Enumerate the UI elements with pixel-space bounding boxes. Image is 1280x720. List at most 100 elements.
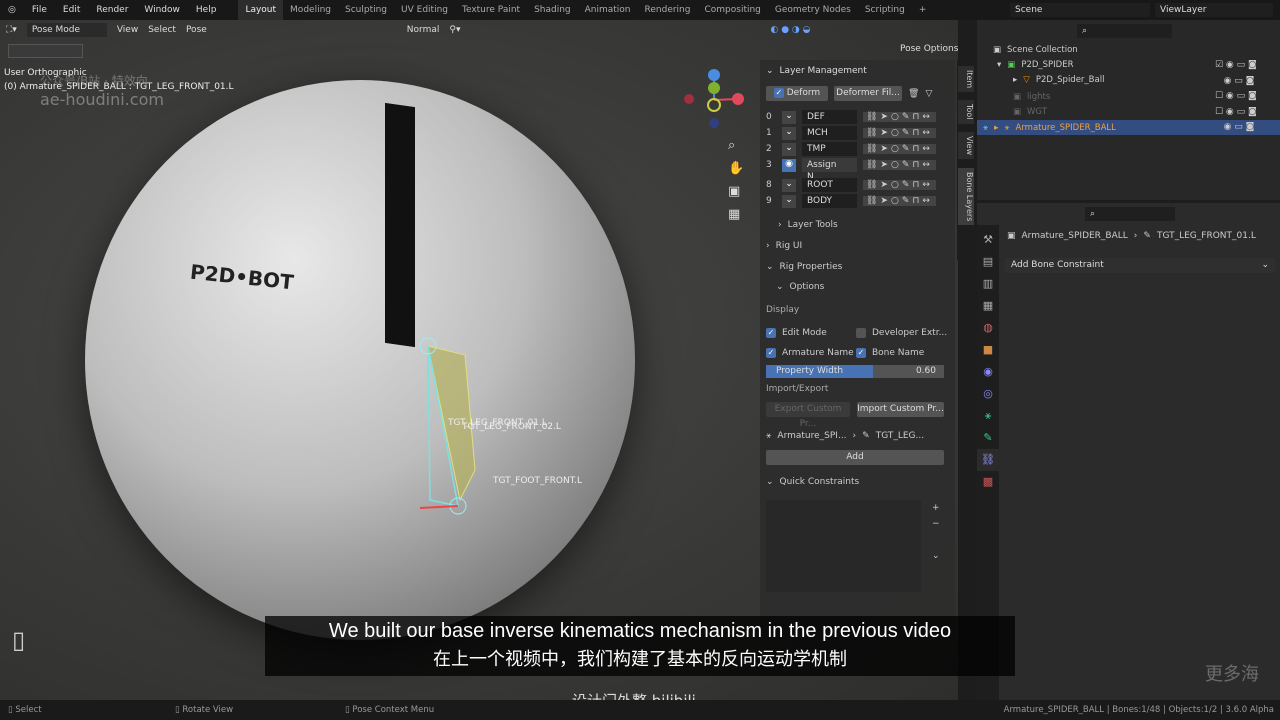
corner-watermark: 更多海 <box>1205 664 1259 685</box>
eye-icon[interactable]: ⌄ <box>782 126 796 140</box>
outliner-search-input[interactable]: ⌕ <box>1077 24 1172 38</box>
world-icon: ■ <box>982 343 994 356</box>
options-header[interactable]: ⌄ Options <box>776 282 824 292</box>
tab-geometry-nodes[interactable]: Geometry Nodes <box>768 0 858 20</box>
blender-logo-icon[interactable]: ◎ <box>0 5 24 15</box>
deform-toggle[interactable]: ✓ Deform <box>766 86 828 101</box>
tab-layout[interactable]: Layout <box>238 0 284 20</box>
camera-icon[interactable]: ▣ <box>728 180 742 203</box>
tab-item[interactable]: Item <box>958 66 974 93</box>
layer-option-icons[interactable]: ⛓➤○✎⊓↔ <box>863 144 936 154</box>
edit-mode-checkbox[interactable]: ✓ Edit Mode <box>766 328 827 338</box>
tab-compositing[interactable]: Compositing <box>697 0 767 20</box>
editor-type-icon[interactable]: ⛶▾ <box>6 25 17 35</box>
layer-name-field[interactable]: MCH <box>802 126 857 140</box>
menu-help[interactable]: Help <box>188 5 225 15</box>
quick-constraints-list[interactable] <box>766 500 921 592</box>
menu-pose[interactable]: Pose <box>186 25 207 35</box>
layer-option-icons[interactable]: ⛓➤○✎⊓↔ <box>863 160 936 170</box>
shading-buttons[interactable]: ◐ ● ◑ ◒ <box>770 25 810 35</box>
developer-extras-checkbox[interactable]: Developer Extr... <box>856 328 947 338</box>
bone-layer-row[interactable]: 2 ⌄ TMP ⛓➤○✎⊓↔ <box>766 142 936 156</box>
import-custom-button[interactable]: Import Custom Pr... <box>857 402 944 417</box>
bone-icon: ✎ <box>1143 231 1151 241</box>
navigation-gizmo[interactable] <box>680 65 750 135</box>
top-bar: ◎ File Edit Render Window Help Layout Mo… <box>0 0 1280 20</box>
tab-view[interactable]: View <box>958 132 974 159</box>
eye-icon[interactable]: ◉ <box>782 158 796 172</box>
layer-tools-header[interactable]: › Layer Tools <box>778 220 838 230</box>
eye-icon[interactable]: ⌄ <box>782 142 796 156</box>
properties-tab-icons[interactable]: ⚒ ▤ ▥ ▦ ◍ ■ ◉ ◎ ⚹ ✎ ⛓ ▩ <box>977 225 999 493</box>
select-mode-toolbar[interactable] <box>8 44 83 58</box>
layer-name-field[interactable]: Assign N... <box>802 158 857 182</box>
bone-layer-row[interactable]: 9 ⌄ BODY ⛓➤○✎⊓↔ <box>766 194 936 208</box>
layer-option-icons[interactable]: ⛓➤○✎⊓↔ <box>863 196 936 206</box>
add-workspace-button[interactable]: + <box>912 0 934 20</box>
scene-icon: ◍ <box>983 321 993 334</box>
pose-options-button[interactable]: Pose Options <box>900 44 958 54</box>
tab-texture-paint[interactable]: Texture Paint <box>455 0 527 20</box>
list-controls[interactable]: + − ⌄ <box>932 500 940 564</box>
layer-option-icons[interactable]: ⛓➤○✎⊓↔ <box>863 112 936 122</box>
menu-select[interactable]: Select <box>148 25 176 35</box>
menu-edit[interactable]: Edit <box>55 5 88 15</box>
rig-ui-header[interactable]: › Rig UI <box>766 241 802 251</box>
pivot-icon[interactable]: ⚲▾ <box>449 25 460 35</box>
layer-management-header[interactable]: ⌄ Layer Management <box>766 66 867 76</box>
bone-layer-row[interactable]: 3 ◉ Assign N... ⛓➤○✎⊓↔ <box>766 158 936 182</box>
eye-icon[interactable]: ⌄ <box>782 178 796 192</box>
sidebar-tabs: Item Tool View Bone Layers <box>957 60 975 260</box>
bone-layer-row[interactable]: 0 ⌄ DEF ⛓➤○✎⊓↔ <box>766 110 936 124</box>
export-custom-button[interactable]: Export Custom Pr... <box>766 402 850 429</box>
grid-icon[interactable]: ▦ <box>728 203 742 226</box>
bone-layer-row[interactable]: 8 ⌄ ROOT ⛓➤○✎⊓↔ <box>766 178 936 192</box>
bone-name-checkbox[interactable]: ✓ Bone Name <box>856 348 924 358</box>
deformer-filter-button[interactable]: Deformer Fil... <box>834 86 902 101</box>
menu-render[interactable]: Render <box>88 5 136 15</box>
layer-option-icons[interactable]: ⛓➤○✎⊓↔ <box>863 128 936 138</box>
tab-uv-editing[interactable]: UV Editing <box>394 0 455 20</box>
properties-search-input[interactable]: ⌕ <box>1085 207 1175 221</box>
armature-name-checkbox[interactable]: ✓ Armature Name <box>766 348 854 358</box>
viewport-nav-tools[interactable]: ⌕ ✋ ▣ ▦ <box>728 134 744 226</box>
layer-name-field[interactable]: TMP <box>802 142 857 156</box>
property-width-slider[interactable]: Property Width 0.60 <box>766 365 944 378</box>
tab-shading[interactable]: Shading <box>527 0 578 20</box>
add-bone-constraint-dropdown[interactable]: Add Bone Constraint ⌄ <box>1005 258 1275 273</box>
quick-constraints-header[interactable]: ⌄ Quick Constraints <box>766 477 859 487</box>
tab-animation[interactable]: Animation <box>578 0 638 20</box>
menu-window[interactable]: Window <box>136 5 188 15</box>
scene-selector[interactable]: Scene <box>1010 3 1150 17</box>
tab-tool[interactable]: Tool <box>958 100 974 124</box>
layer-name-field[interactable]: DEF <box>802 110 857 124</box>
hand-pan-icon[interactable]: ✋ <box>728 157 744 180</box>
layer-name-field[interactable]: BODY <box>802 194 857 208</box>
visibility-toggles[interactable]: ☑ ◉ ▭ ◙ ◉ ▭ ◙ ☐ ◉ ▭ ◙ ☐ ◉ ▭ ◙ ◉ ▭ ◙ <box>1215 58 1257 136</box>
tab-sculpting[interactable]: Sculpting <box>338 0 394 20</box>
filter-icon[interactable]: ▽ <box>925 89 932 99</box>
tab-modeling[interactable]: Modeling <box>283 0 338 20</box>
texture-icon: ▩ <box>982 475 994 488</box>
mode-selector[interactable]: Pose Mode <box>26 23 107 37</box>
zoom-icon[interactable]: ⌕ <box>728 134 742 157</box>
menu-view[interactable]: View <box>117 25 138 35</box>
status-rotate: ▯ Rotate View <box>175 705 234 715</box>
transform-orientation[interactable]: Normal <box>407 25 440 35</box>
view-layer-selector[interactable]: ViewLayer <box>1155 3 1273 17</box>
add-button[interactable]: Add <box>766 450 944 465</box>
menu-file[interactable]: File <box>24 5 55 15</box>
tab-rendering[interactable]: Rendering <box>638 0 698 20</box>
tab-scripting[interactable]: Scripting <box>858 0 912 20</box>
trash-icon[interactable]: 🗑 <box>908 89 919 99</box>
eye-icon[interactable]: ⌄ <box>782 194 796 208</box>
tab-bone-layers[interactable]: Bone Layers <box>958 168 974 226</box>
rig-properties-header[interactable]: ⌄ Rig Properties <box>766 262 842 272</box>
layer-option-icons[interactable]: ⛓➤○✎⊓↔ <box>863 180 936 190</box>
outliner-item[interactable]: ▣ Scene Collection <box>977 42 1280 57</box>
layer-name-field[interactable]: ROOT <box>802 178 857 192</box>
display-label: Display <box>766 305 800 315</box>
mouse-icon: ▯ <box>12 626 26 654</box>
bone-layer-row[interactable]: 1 ⌄ MCH ⛓➤○✎⊓↔ <box>766 126 936 140</box>
eye-icon[interactable]: ⌄ <box>782 110 796 124</box>
